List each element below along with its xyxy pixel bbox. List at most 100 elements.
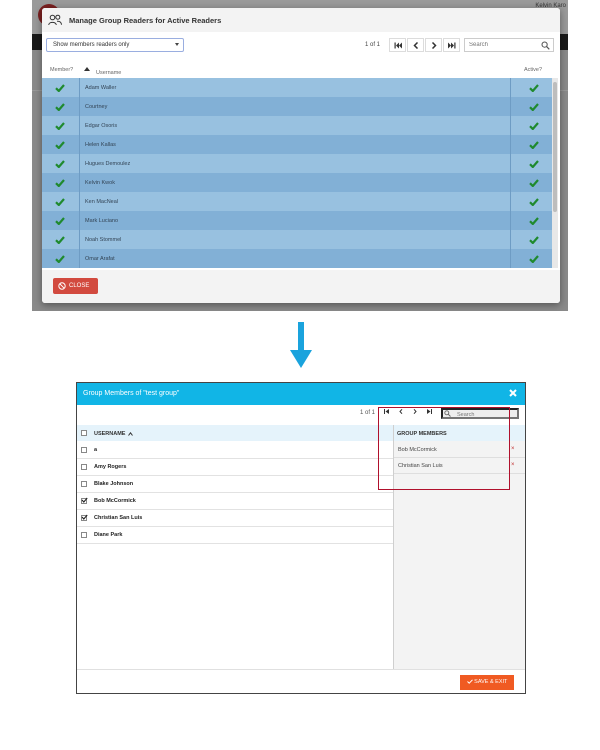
list-item[interactable]: Amy Rogers bbox=[77, 459, 393, 476]
table-row[interactable]: Edgar Osoris bbox=[42, 116, 552, 135]
users-icon bbox=[48, 14, 62, 26]
table-row[interactable]: Omar Arafat bbox=[42, 249, 552, 268]
active-cell[interactable] bbox=[512, 97, 552, 116]
member-checkbox[interactable] bbox=[81, 532, 87, 538]
username-cell: Adam Waller bbox=[79, 78, 511, 97]
chevron-left-icon bbox=[412, 41, 418, 50]
list-item[interactable]: Blake Johnson bbox=[77, 476, 393, 493]
table-row[interactable]: Courtney bbox=[42, 97, 552, 116]
readers-table: Adam Waller Courtney Edgar Osoris Helen Kal… bbox=[42, 78, 552, 268]
checkmark-icon bbox=[529, 141, 539, 149]
prev-page-button[interactable] bbox=[407, 38, 424, 52]
column-header-username[interactable]: Username bbox=[96, 70, 121, 76]
list-item[interactable]: a bbox=[77, 442, 393, 459]
sort-ascending-icon[interactable] bbox=[128, 432, 133, 436]
ban-icon bbox=[58, 282, 66, 290]
scrollbar-thumb[interactable] bbox=[553, 82, 557, 212]
scrollbar[interactable] bbox=[552, 78, 558, 268]
table-row[interactable]: Mark Luciano bbox=[42, 211, 552, 230]
checkmark-icon bbox=[55, 236, 65, 244]
table-row[interactable]: Ken MacNeal bbox=[42, 192, 552, 211]
member-checkbox[interactable] bbox=[81, 481, 87, 487]
first-page-icon bbox=[394, 42, 402, 49]
search-icon[interactable] bbox=[541, 41, 550, 50]
active-cell[interactable] bbox=[512, 154, 552, 173]
checkmark-icon bbox=[529, 217, 539, 225]
member-cell[interactable] bbox=[42, 211, 79, 230]
select-all-checkbox[interactable] bbox=[81, 430, 87, 436]
username-cell: Ken MacNeal bbox=[79, 192, 511, 211]
active-cell[interactable] bbox=[512, 116, 552, 135]
username-label: Blake Johnson bbox=[94, 481, 134, 487]
column-header-member[interactable]: Member? bbox=[50, 67, 73, 73]
filter-select[interactable]: Show members readers only bbox=[46, 38, 184, 52]
page-info: 1 of 1 bbox=[365, 42, 381, 48]
remove-member-button[interactable]: × bbox=[511, 446, 515, 452]
checkmark-icon bbox=[529, 236, 539, 244]
chevron-down-icon bbox=[175, 43, 179, 46]
username-cell: Noah Stommel bbox=[79, 230, 511, 249]
member-cell[interactable] bbox=[42, 192, 79, 211]
table-row[interactable]: Adam Waller bbox=[42, 78, 552, 97]
save-exit-button[interactable]: SAVE & EXIT bbox=[460, 675, 514, 690]
last-page-button[interactable] bbox=[443, 38, 460, 52]
checkmark-icon bbox=[529, 122, 539, 130]
checkmark-icon bbox=[529, 160, 539, 168]
checkmark-icon bbox=[55, 141, 65, 149]
username-cell: Edgar Osoris bbox=[79, 116, 511, 135]
first-page-button[interactable] bbox=[389, 38, 406, 52]
checkbox-check-icon bbox=[81, 497, 88, 503]
chevron-right-icon bbox=[431, 41, 437, 50]
active-cell[interactable] bbox=[512, 173, 552, 192]
username-cell: Hugues Demoulez bbox=[79, 154, 511, 173]
table-row[interactable]: Noah Stommel bbox=[42, 230, 552, 249]
modal-title: Manage Group Readers for Active Readers bbox=[69, 16, 222, 25]
column-header-username[interactable]: USERNAME bbox=[94, 431, 125, 437]
username-cell: Kelvin Kwok bbox=[79, 173, 511, 192]
list-item[interactable]: Christian San Luis bbox=[77, 510, 393, 527]
checkmark-icon bbox=[55, 198, 65, 206]
member-cell[interactable] bbox=[42, 97, 79, 116]
close-button[interactable]: CLOSE bbox=[53, 278, 98, 294]
username-label: a bbox=[94, 447, 98, 453]
active-cell[interactable] bbox=[512, 135, 552, 154]
checkmark-icon bbox=[55, 255, 65, 263]
checkmark-icon bbox=[529, 198, 539, 206]
member-checkbox[interactable] bbox=[81, 447, 87, 453]
checkmark-icon bbox=[529, 84, 539, 92]
check-icon bbox=[466, 679, 473, 684]
list-item[interactable]: Diane Park bbox=[77, 527, 393, 544]
checkmark-icon bbox=[55, 103, 65, 111]
active-cell[interactable] bbox=[512, 192, 552, 211]
active-cell[interactable] bbox=[512, 78, 552, 97]
member-cell[interactable] bbox=[42, 135, 79, 154]
table-row[interactable]: Hugues Demoulez bbox=[42, 154, 552, 173]
username-label: Amy Rogers bbox=[94, 464, 127, 470]
table-row[interactable]: Kelvin Kwok bbox=[42, 173, 552, 192]
member-cell[interactable] bbox=[42, 249, 79, 268]
member-cell[interactable] bbox=[42, 116, 79, 135]
member-cell[interactable] bbox=[42, 154, 79, 173]
arrow-down-icon bbox=[290, 322, 312, 368]
group-members-modal: Group Members of "test group" 1 of 1 USE… bbox=[76, 382, 526, 694]
active-cell[interactable] bbox=[512, 249, 552, 268]
member-checkbox[interactable] bbox=[81, 464, 87, 470]
member-cell[interactable] bbox=[42, 230, 79, 249]
close-button-label: CLOSE bbox=[69, 283, 90, 289]
table-row[interactable]: Helen Kallas bbox=[42, 135, 552, 154]
checkmark-icon bbox=[529, 255, 539, 263]
next-page-button[interactable] bbox=[425, 38, 442, 52]
close-icon[interactable] bbox=[509, 389, 517, 397]
member-cell[interactable] bbox=[42, 173, 79, 192]
column-header-active[interactable]: Active? bbox=[524, 67, 542, 73]
highlight-outline bbox=[378, 407, 510, 490]
active-cell[interactable] bbox=[512, 230, 552, 249]
sort-ascending-icon[interactable] bbox=[84, 67, 90, 71]
list-item[interactable]: Bob McCormick bbox=[77, 493, 393, 510]
modal-footer bbox=[42, 270, 560, 303]
save-exit-label: SAVE & EXIT bbox=[474, 679, 508, 685]
remove-member-button[interactable]: × bbox=[511, 462, 515, 468]
member-cell[interactable] bbox=[42, 78, 79, 97]
filter-select-value: Show members readers only bbox=[53, 42, 130, 48]
active-cell[interactable] bbox=[512, 211, 552, 230]
